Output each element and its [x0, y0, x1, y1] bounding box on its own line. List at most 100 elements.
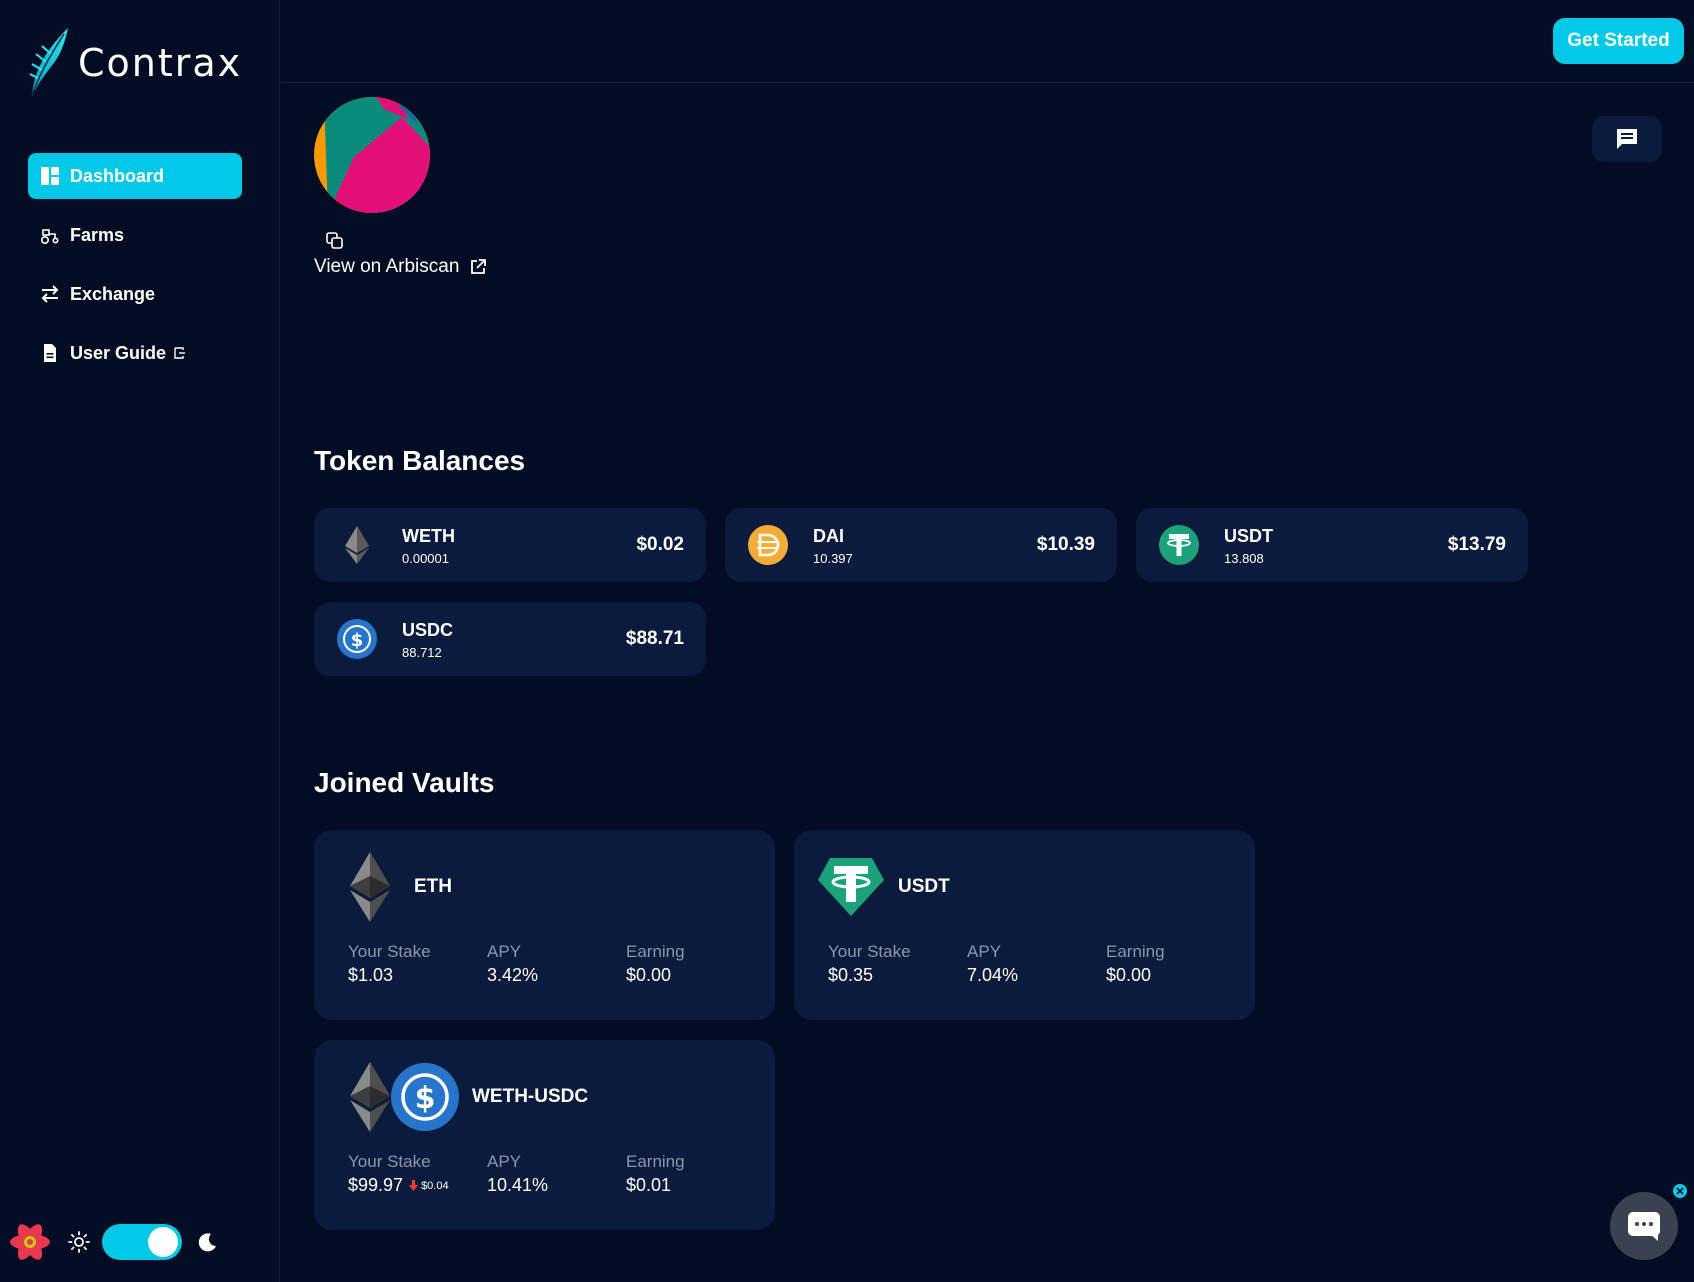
sidebar: Contrax Dashboard Farms Exchange User Gu…: [0, 0, 280, 1282]
stat-apy: APY 10.41%: [487, 1152, 626, 1196]
vault-name: USDT: [898, 876, 950, 897]
sidebar-item-label: Dashboard: [70, 165, 165, 186]
earning-value: $0.00: [1106, 965, 1152, 985]
chat-close-button[interactable]: [1673, 1184, 1687, 1198]
stat-earning: Earning $0.01: [626, 1152, 765, 1196]
live-chat-button[interactable]: [1610, 1192, 1678, 1260]
stat-earning: Earning $0.00: [626, 942, 765, 986]
token-amount: 13.808: [1224, 550, 1264, 566]
vault-card-eth[interactable]: ETH Your Stake $1.03 APY 3.42% Earning $…: [314, 830, 775, 1020]
dashboard-icon: [41, 167, 59, 185]
stat-apy: APY 3.42%: [487, 942, 626, 986]
vault-stats: Your Stake $1.03 APY 3.42% Earning $0.00: [348, 942, 765, 986]
stat-label: Your Stake: [828, 942, 911, 961]
sidebar-nav: Dashboard Farms Exchange User Guide: [28, 153, 242, 389]
token-usd-value: $88.71: [625, 628, 684, 649]
get-started-button[interactable]: Get Started: [1553, 18, 1684, 64]
token-balances-title: Token Balances: [314, 445, 526, 476]
feather-logo-icon: [29, 28, 68, 97]
react-devtools-icon[interactable]: [8, 1220, 52, 1264]
stat-value: $1.03: [348, 965, 487, 986]
vault-card-usdt[interactable]: USDT Your Stake $0.35 APY 7.04% Earning …: [794, 830, 1255, 1020]
external-link-icon: [471, 259, 487, 274]
logo[interactable]: Contrax: [24, 26, 242, 98]
vault-name: ETH: [414, 876, 452, 897]
stat-earning: Earning $0.00: [1106, 942, 1245, 986]
vault-card-weth-usdc[interactable]: $ WETH-USDC Your Stake $99.97 $0.04 APY …: [314, 1040, 775, 1230]
token-info: DAI 10.397: [813, 525, 1037, 566]
stat-label: Earning: [626, 942, 685, 961]
eth-icon: [345, 526, 369, 564]
sidebar-item-user-guide[interactable]: User Guide: [28, 330, 242, 376]
document-icon: [44, 344, 56, 362]
vault-name: WETH-USDC: [472, 1086, 589, 1107]
copy-icon[interactable]: [325, 231, 345, 251]
stat-apy: APY 7.04%: [967, 942, 1106, 986]
usdc-icon: $: [391, 1063, 459, 1131]
stat-value: $99.97 $0.04: [348, 1175, 487, 1196]
token-usd-value: $0.02: [636, 534, 684, 555]
token-card-dai[interactable]: DAI 10.397 $10.39: [725, 508, 1117, 582]
token-symbol: DAI: [813, 525, 844, 546]
vault-header: USDT: [816, 852, 950, 922]
stake-change: $0.04: [409, 1180, 449, 1192]
token-symbol: USDC: [402, 619, 454, 640]
dai-icon: [748, 525, 788, 565]
external-link-icon: [174, 347, 186, 359]
sidebar-item-exchange[interactable]: Exchange: [28, 271, 242, 317]
arrow-down-icon: [409, 1180, 419, 1191]
token-card-usdc[interactable]: $ USDC 88.712 $88.71: [314, 602, 706, 676]
usdt-icon: [1159, 525, 1199, 565]
stat-label: Your Stake: [348, 1152, 431, 1171]
vault-header: $ WETH-USDC: [348, 1062, 588, 1132]
top-bar: Get Started: [281, 0, 1694, 83]
usdc-icon: $: [337, 619, 377, 659]
view-on-arbiscan-link[interactable]: View on Arbiscan: [314, 256, 487, 278]
tractor-icon: [40, 229, 59, 245]
sidebar-item-dashboard[interactable]: Dashboard: [28, 153, 242, 199]
feedback-button[interactable]: [1592, 116, 1662, 162]
sidebar-item-farms[interactable]: Farms: [28, 212, 242, 258]
token-usd-value: $13.79: [1447, 534, 1506, 555]
token-symbol: WETH: [402, 525, 455, 546]
vault-stats: Your Stake $0.35 APY 7.04% Earning $0.00: [828, 942, 1245, 986]
token-amount: 88.712: [402, 644, 442, 660]
sidebar-item-label: User Guide: [70, 342, 167, 363]
token-card-usdt[interactable]: USDT 13.808 $13.79: [1136, 508, 1528, 582]
vault-stats: Your Stake $99.97 $0.04 APY 10.41% Earni…: [348, 1152, 765, 1196]
token-card-weth[interactable]: WETH 0.00001 $0.02: [314, 508, 706, 582]
sidebar-item-label: Farms: [70, 224, 125, 245]
moon-icon: [198, 1233, 216, 1252]
usdt-icon: [818, 858, 884, 916]
close-icon: [1676, 1187, 1684, 1195]
stat-value: $0.35: [828, 965, 967, 986]
stake-value: $1.03: [348, 965, 394, 985]
token-amount: 10.397: [813, 550, 853, 566]
joined-vaults-title: Joined Vaults: [314, 767, 495, 798]
dark-mode-toggle[interactable]: [102, 1224, 182, 1260]
stat-label: APY: [487, 1152, 522, 1171]
eth-icon: [350, 1062, 390, 1132]
svg-text:$: $: [351, 630, 364, 651]
wallet-avatar: [314, 97, 430, 213]
earning-value: $0.01: [626, 1175, 672, 1195]
eth-icon: [350, 852, 390, 922]
sidebar-item-label: Exchange: [70, 283, 156, 304]
sun-icon: [68, 1231, 90, 1253]
apy-value: 10.41%: [487, 1175, 549, 1195]
stat-label: Earning: [626, 1152, 685, 1171]
token-amount: 0.00001: [402, 550, 449, 566]
stat-stake: Your Stake $1.03: [348, 942, 487, 986]
message-icon: [1617, 129, 1637, 149]
toggle-knob: [148, 1227, 178, 1257]
arrows-exchange-icon: [41, 285, 59, 303]
token-info: WETH 0.00001: [402, 525, 636, 566]
earning-value: $0.00: [626, 965, 672, 985]
token-usd-value: $10.39: [1036, 534, 1095, 555]
app-name: Contrax: [78, 41, 243, 85]
stat-stake: Your Stake $99.97 $0.04: [348, 1152, 487, 1196]
stake-change-value: $0.04: [421, 1179, 449, 1192]
stake-value: $0.35: [828, 965, 874, 985]
token-symbol: USDT: [1224, 525, 1273, 546]
stat-label: APY: [967, 942, 1002, 961]
